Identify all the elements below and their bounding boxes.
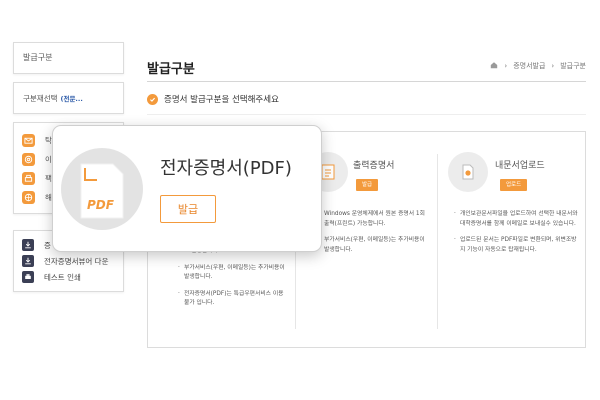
reselect-value: (전문... (60, 95, 83, 103)
check-icon (147, 93, 158, 105)
pdf-document-icon: PDF (80, 163, 124, 219)
card-upload-title: 내문서업로드 (495, 161, 545, 171)
instruction: 증명서 발급구분을 선택해주세요 (147, 93, 279, 105)
sidebar-tool-label: 증 (44, 240, 51, 250)
upload-button[interactable]: 업로드 (500, 179, 528, 191)
print-issue-button[interactable]: 발급 (356, 179, 379, 191)
card-pdf-description: 로 인정됩니다. 부가서비스(우편, 이메일등)는 추가비용이 발생합니다. 전… (178, 247, 286, 316)
card-print-description: Windows 운영체제에서 원본 증명서 1회 출력(프린트) 가능합니다. … (318, 210, 426, 262)
sidebar-option-label: 탁 (45, 136, 52, 145)
pdf-certificate-card[interactable]: PDF 전자증명서(PDF) 발급 (52, 125, 322, 252)
download-icon (22, 255, 34, 267)
sidebar-tool-test-print[interactable]: 테스트 인쇄 (22, 269, 123, 285)
column-divider (437, 154, 438, 329)
instruction-text: 증명서 발급구분을 선택해주세요 (164, 95, 279, 105)
sidebar-option-label: 팩 (45, 174, 52, 183)
at-icon (22, 153, 35, 166)
sidebar-tool-label: 테스트 인쇄 (44, 272, 81, 282)
home-icon[interactable] (490, 61, 498, 71)
pdf-issue-button[interactable]: 발급 (160, 195, 216, 223)
card-print-title: 출력증명서 (353, 161, 395, 171)
card-upload-description: 개인보관문서파일을 업로드하여 선택한 내문서와 대학증명서를 함께 이메일로 … (454, 210, 578, 262)
breadcrumb-item[interactable]: 발급구분 (560, 61, 586, 71)
sidebar-issue-type[interactable]: 발급구분 (13, 42, 124, 74)
breadcrumb: › 증명서발급 › 발급구분 (490, 61, 586, 71)
sidebar-tool-viewer-download[interactable]: 전자증명서뷰어 다운 (22, 253, 123, 269)
chevron-right-icon: › (551, 62, 555, 70)
pdf-label: PDF (87, 198, 115, 212)
breadcrumb-item[interactable]: 증명서발급 (513, 61, 545, 71)
page-title: 발급구분 (147, 62, 195, 77)
sidebar-tool-label: 전자증명서뷰어 다운 (44, 256, 109, 266)
printer-icon (22, 271, 34, 283)
description-item: 개인보관문서파일을 업로드하여 선택한 내문서와 대학증명서를 함께 이메일로 … (454, 210, 578, 229)
description-item: 전자증명서(PDF)는 특급우편서비스 이용불가 입니다. (178, 290, 286, 309)
pdf-certificate-title: 전자증명서(PDF) (160, 158, 292, 179)
sidebar-reselect[interactable]: 구분재선택 (전문... (13, 82, 124, 114)
sidebar-issue-type-label: 발급구분 (23, 53, 53, 62)
description-item: 부가서비스(우편, 이메일등)는 추가비용이 발생합니다. (178, 264, 286, 283)
chevron-right-icon: › (504, 62, 508, 70)
sidebar-option-label: 해 (45, 193, 52, 202)
upload-doc-icon (448, 152, 488, 192)
instruction-divider (147, 114, 586, 115)
description-item: 업로드된 문서는 PDF파일로 변환되며, 위변조방지 기능이 자동으로 탑재됩… (454, 236, 578, 255)
reselect-label: 구분재선택 (23, 94, 58, 103)
description-item: Windows 운영체제에서 원본 증명서 1회 출력(프린트) 가능합니다. (318, 210, 426, 229)
fax-icon (22, 172, 35, 185)
sidebar-option-label: 이 (45, 155, 52, 164)
description-item: 부가서비스(우편, 이메일등)는 추가비용이 발생합니다. (318, 236, 426, 255)
header-divider (147, 81, 586, 82)
globe-icon (22, 191, 35, 204)
download-icon (22, 239, 34, 251)
mail-icon (22, 134, 35, 147)
